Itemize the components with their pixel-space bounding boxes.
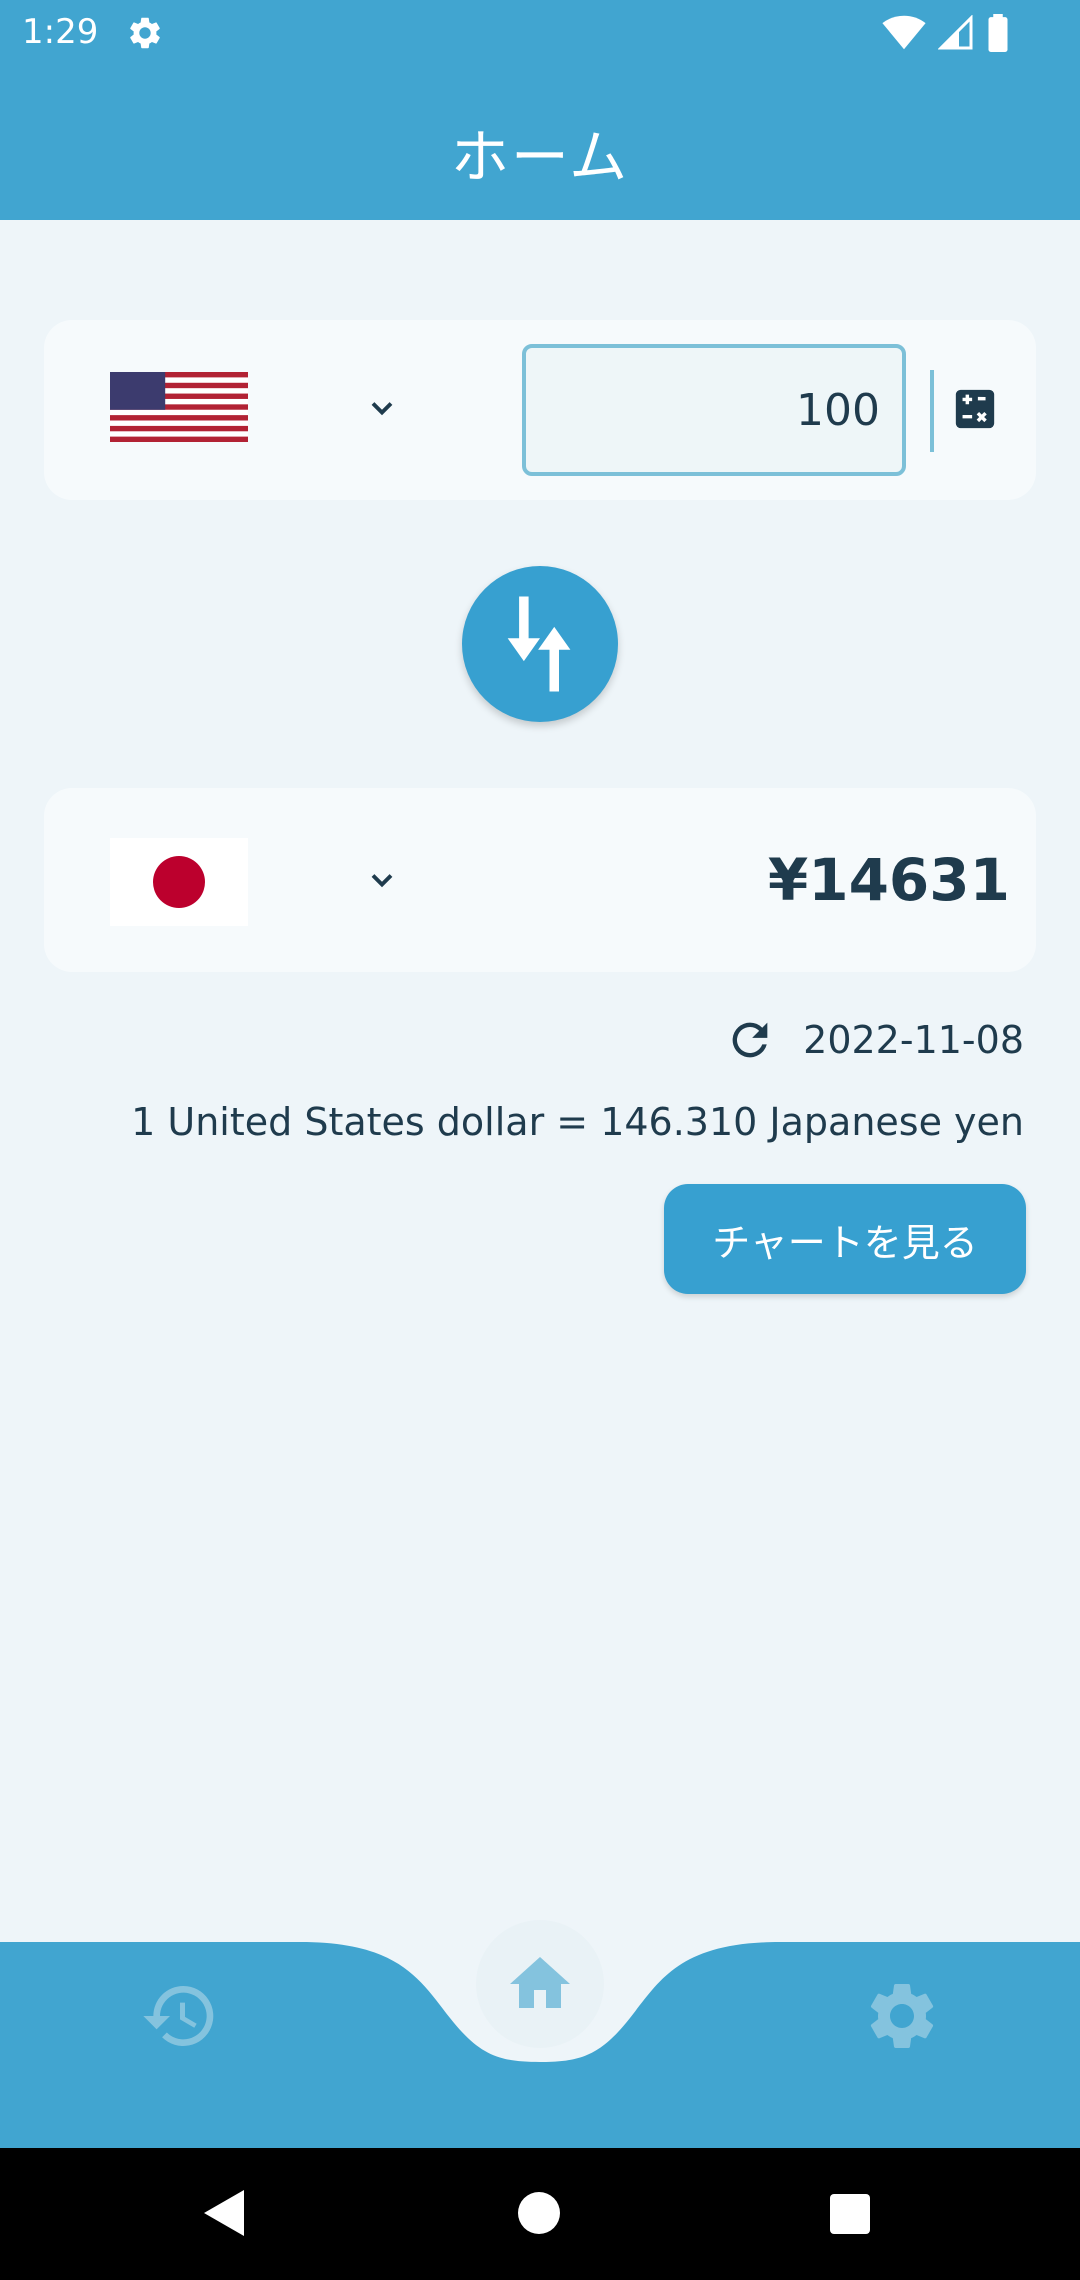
bottom-navigation bbox=[0, 1920, 1080, 2150]
app-header: 1:29 ホーム bbox=[0, 0, 1080, 220]
view-chart-button[interactable]: チャートを見る bbox=[664, 1184, 1026, 1294]
home-icon bbox=[510, 1957, 570, 2008]
to-currency-card: ¥14631 bbox=[44, 788, 1036, 972]
jp-flag-icon[interactable] bbox=[110, 838, 248, 926]
recents-icon[interactable] bbox=[830, 2194, 870, 2234]
refresh-icon[interactable] bbox=[724, 1014, 776, 1066]
battery-icon bbox=[988, 14, 1008, 52]
history-icon[interactable] bbox=[140, 1976, 220, 2056]
rate-date: 2022-11-08 bbox=[803, 1018, 1024, 1062]
home-circle-icon[interactable] bbox=[518, 2192, 560, 2234]
system-navigation-bar bbox=[0, 2148, 1080, 2280]
us-flag-icon[interactable] bbox=[110, 372, 248, 442]
back-icon[interactable] bbox=[200, 2188, 246, 2238]
chevron-down-icon[interactable] bbox=[364, 390, 400, 426]
page-title: ホーム bbox=[450, 123, 630, 191]
swap-arrows-icon bbox=[507, 596, 571, 692]
amount-input[interactable] bbox=[522, 344, 906, 476]
input-divider bbox=[930, 370, 934, 452]
from-currency-card bbox=[44, 320, 1036, 500]
calculator-icon[interactable] bbox=[952, 386, 998, 432]
wifi-icon bbox=[882, 15, 926, 50]
swap-currencies-button[interactable] bbox=[462, 566, 618, 722]
settings-status-icon bbox=[130, 17, 160, 49]
chevron-down-icon[interactable] bbox=[364, 862, 400, 898]
converted-amount: ¥14631 bbox=[767, 846, 1010, 914]
settings-icon[interactable] bbox=[862, 1976, 942, 2056]
exchange-rate-text: 1 United States dollar = 146.310 Japanes… bbox=[131, 1100, 1024, 1144]
signal-icon bbox=[938, 15, 973, 50]
status-icons bbox=[882, 14, 1010, 52]
home-nav-button[interactable] bbox=[476, 1920, 604, 2048]
status-time: 1:29 bbox=[22, 12, 99, 52]
